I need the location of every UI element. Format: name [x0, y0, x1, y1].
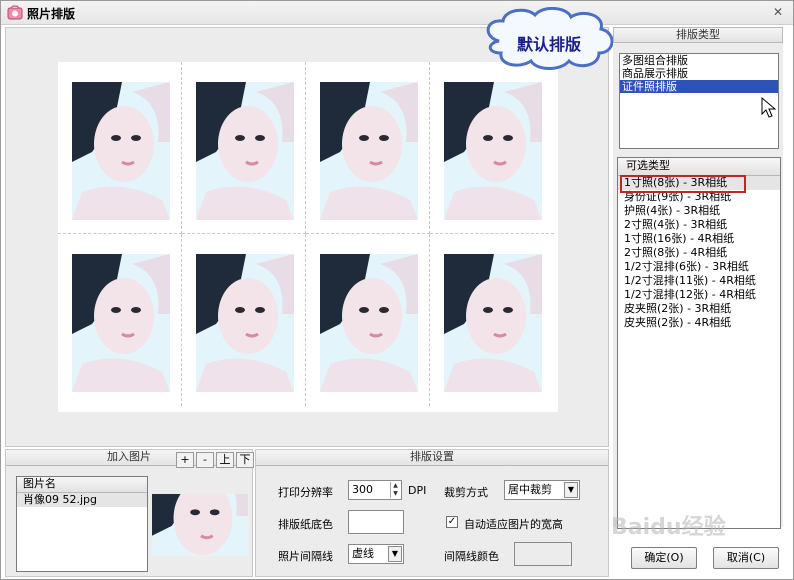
bg-color-swatch[interactable] — [348, 510, 404, 534]
preview-area — [5, 27, 609, 447]
photo-cell — [306, 234, 430, 406]
right-panel: 排版类型 多图组合排版 商品展示排版 证件照排版 可选类型 1寸照(8张) - … — [613, 27, 783, 529]
option-item[interactable]: 2寸照(4张) - 3R相纸 — [618, 218, 780, 232]
portrait-photo — [444, 82, 542, 220]
move-down-button[interactable]: 下 — [236, 452, 254, 468]
move-up-button[interactable]: 上 — [216, 452, 234, 468]
dpi-input[interactable]: 300 ▲ ▼ — [348, 480, 402, 500]
portrait-photo — [320, 82, 418, 220]
add-image-button[interactable]: + — [176, 452, 194, 468]
option-item[interactable]: 皮夹照(2张) - 3R相纸 — [618, 302, 780, 316]
close-icon[interactable]: ✕ — [771, 5, 785, 19]
dpi-label: 打印分辨率 — [278, 486, 333, 499]
gap-line-select[interactable]: 虚线 ▼ — [348, 544, 404, 564]
image-file-list[interactable]: 图片名 肖像09 52.jpg — [16, 476, 148, 572]
cancel-button[interactable]: 取消(C) — [713, 547, 779, 569]
photo-cell — [58, 62, 182, 234]
dpi-spinner-icon[interactable]: ▲ ▼ — [390, 482, 400, 498]
option-item[interactable]: 1/2寸混排(6张) - 3R相纸 — [618, 260, 780, 274]
option-item[interactable]: 皮夹照(2张) - 4R相纸 — [618, 316, 780, 330]
print-sheet — [58, 62, 558, 412]
layout-settings-panel: 排版设置 打印分辨率 300 ▲ ▼ DPI 裁剪方式 居中裁剪 ▼ 排版纸底色 … — [255, 449, 609, 577]
crop-value: 居中裁剪 — [508, 483, 552, 496]
image-thumbnail — [152, 494, 248, 556]
mouse-cursor-icon — [761, 97, 777, 118]
photo-cell — [306, 62, 430, 234]
gap-color-label: 间隔线颜色 — [444, 550, 499, 563]
portrait-photo — [320, 254, 418, 392]
dpi-unit: DPI — [408, 484, 427, 497]
dpi-value: 300 — [352, 483, 373, 496]
photo-layout-window: 照片排版 ✕ 默认排版 排版类型 多图组合排版 商品展示排版 证件照排版 可选类… — [0, 0, 794, 580]
photo-cell — [182, 234, 306, 406]
crop-select[interactable]: 居中裁剪 ▼ — [504, 480, 580, 500]
file-column-header: 图片名 — [17, 477, 147, 493]
layout-type-header: 排版类型 — [613, 27, 783, 43]
highlight-box — [620, 175, 746, 193]
photo-cell — [58, 234, 182, 406]
photo-cell — [430, 62, 554, 234]
callout-text: 默认排版 — [516, 35, 581, 54]
option-item[interactable]: 护照(4张) - 3R相纸 — [618, 204, 780, 218]
remove-image-button[interactable]: - — [196, 452, 214, 468]
chevron-down-icon[interactable]: ▼ — [564, 482, 578, 498]
watermark: Baidu经验 — [611, 515, 726, 540]
option-item[interactable]: 1寸照(16张) - 4R相纸 — [618, 232, 780, 246]
ok-button[interactable]: 确定(O) — [631, 547, 697, 569]
photo-cell — [182, 62, 306, 234]
option-item[interactable]: 2寸照(8张) - 4R相纸 — [618, 246, 780, 260]
portrait-photo — [196, 254, 294, 392]
gap-color-swatch[interactable] — [514, 542, 572, 566]
layout-type-item[interactable]: 多图组合排版 — [620, 54, 778, 67]
option-item[interactable]: 1/2寸混排(11张) - 4R相纸 — [618, 274, 780, 288]
file-row[interactable]: 肖像09 52.jpg — [17, 493, 147, 507]
bg-color-label: 排版纸底色 — [278, 518, 333, 531]
layout-type-item[interactable]: 商品展示排版 — [620, 67, 778, 80]
option-item[interactable]: 1/2寸混排(12张) - 4R相纸 — [618, 288, 780, 302]
portrait-photo — [444, 254, 542, 392]
portrait-photo — [72, 254, 170, 392]
layout-type-item-selected[interactable]: 证件照排版 — [620, 80, 778, 93]
title-bar: 照片排版 ✕ — [1, 1, 793, 25]
add-images-panel: 加入图片 + - 上 下 图片名 肖像09 52.jpg — [5, 449, 254, 577]
photo-cell — [430, 234, 554, 406]
window-title: 照片排版 — [27, 7, 76, 21]
options-list[interactable]: 可选类型 1寸照(8张) - 3R相纸 身份证(9张) - 3R相纸 护照(4张… — [617, 157, 781, 529]
auto-fit-label: 自动适应图片的宽高 — [464, 518, 563, 531]
auto-fit-checkbox[interactable]: ✓ — [446, 516, 458, 528]
layout-type-list[interactable]: 多图组合排版 商品展示排版 证件照排版 — [619, 53, 779, 149]
layout-settings-header: 排版设置 — [256, 450, 608, 466]
portrait-photo — [196, 82, 294, 220]
portrait-photo — [72, 82, 170, 220]
chevron-down-icon[interactable]: ▼ — [388, 546, 402, 562]
gap-line-value: 虚线 — [352, 547, 374, 560]
app-icon — [7, 5, 23, 20]
crop-label: 裁剪方式 — [444, 486, 488, 499]
gap-line-label: 照片间隔线 — [278, 550, 333, 563]
options-header: 可选类型 — [618, 158, 780, 176]
